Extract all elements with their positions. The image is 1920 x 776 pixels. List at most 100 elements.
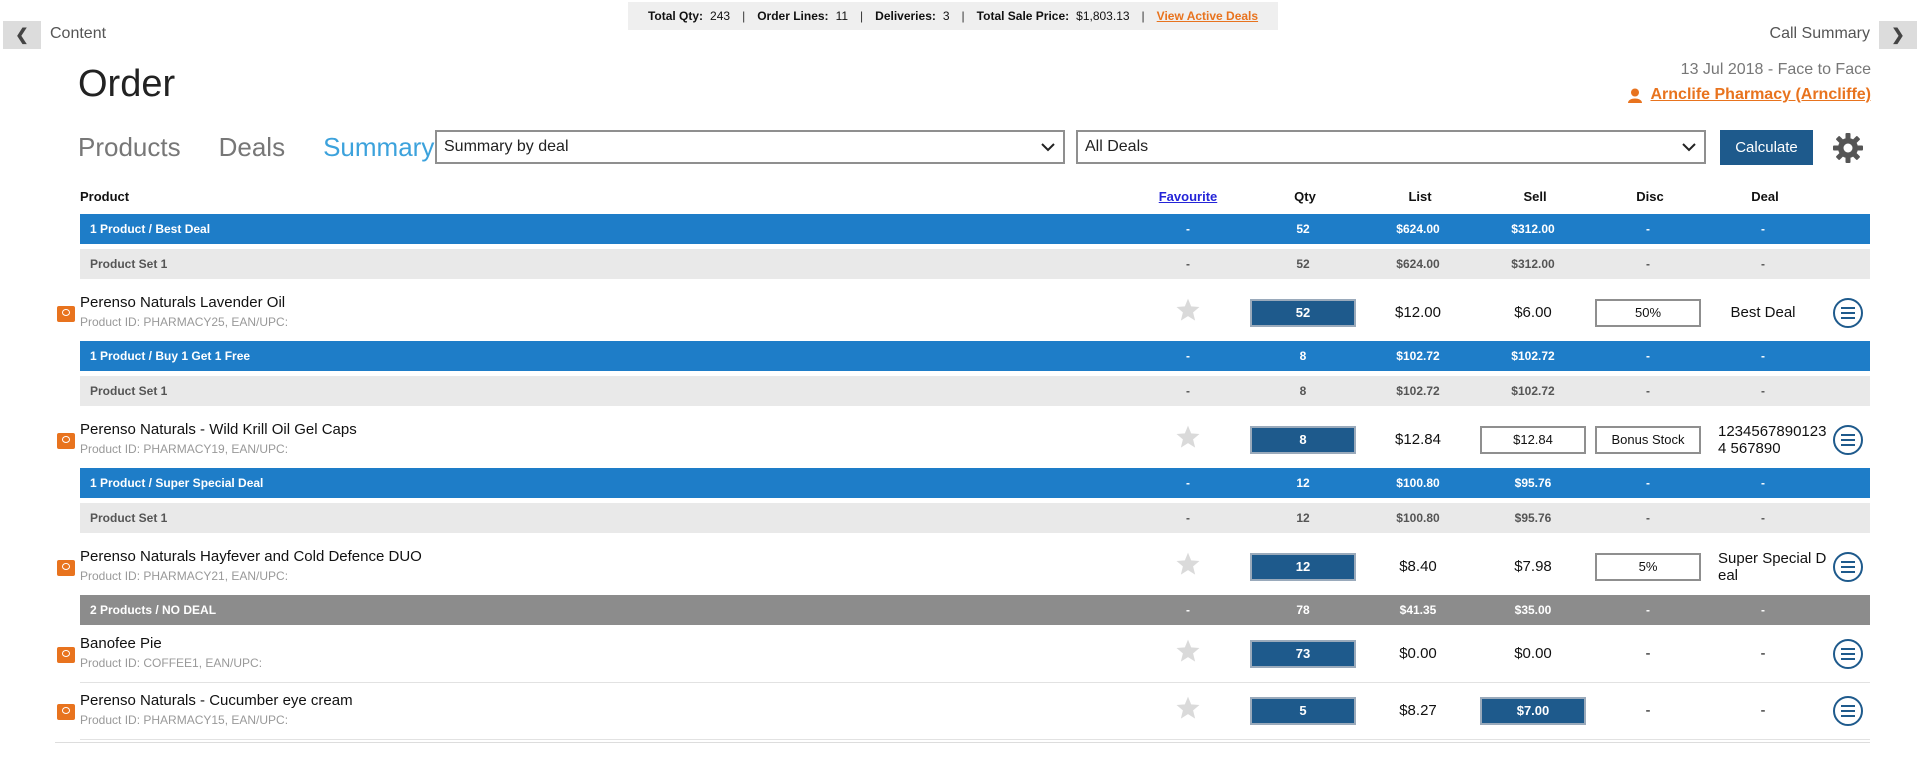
order-lines-label: Order Lines: bbox=[757, 9, 829, 23]
total-qty-value: 243 bbox=[710, 9, 731, 23]
product-id: Product ID: PHARMACY25, EAN/UPC: bbox=[80, 314, 289, 329]
summary-type-select[interactable]: Summary by deal bbox=[435, 130, 1065, 164]
deal-group-band-title: 1 Product / Buy 1 Get 1 Free bbox=[90, 349, 251, 363]
discount-input[interactable]: Bonus Stock bbox=[1595, 425, 1701, 454]
deal-name: Best Deal bbox=[1730, 303, 1796, 321]
col-product: Product bbox=[80, 189, 130, 204]
deal-group-band[interactable]: 1 Product / Super Special Deal - 12 $100.80… bbox=[80, 468, 1870, 498]
tab-products[interactable]: Products bbox=[78, 132, 181, 163]
deal-group-band[interactable]: 1 Product / Best Deal - 52 $624.00 $312.00 - - bbox=[80, 214, 1870, 244]
product-set-band-sell: $312.00 bbox=[1511, 257, 1555, 271]
product-name: Banofee Pie bbox=[80, 634, 162, 652]
deal-name: 12345678901234 567890 bbox=[1718, 422, 1827, 457]
no-deal-band-sell: $35.00 bbox=[1514, 603, 1552, 617]
sell-price: $7.98 bbox=[1514, 557, 1552, 575]
product-id: Product ID: PHARMACY15, EAN/UPC: bbox=[80, 712, 289, 727]
product-image-icon[interactable] bbox=[57, 305, 75, 322]
back-label[interactable]: Content bbox=[50, 25, 106, 43]
forward-button[interactable]: ❯ bbox=[1879, 21, 1917, 49]
product-image-icon[interactable] bbox=[57, 432, 75, 449]
qty-input[interactable]: 8 bbox=[1250, 425, 1356, 454]
no-deal-band[interactable]: 2 Products / NO DEAL - 78 $41.35 $35.00 - - bbox=[80, 595, 1870, 625]
deal-name: - bbox=[1760, 644, 1766, 662]
product-name: Perenso Naturals Hayfever and Cold Defen… bbox=[80, 547, 422, 565]
favourite-star-icon[interactable] bbox=[1175, 695, 1201, 721]
no-deal-band-disc: - bbox=[1646, 603, 1650, 617]
forward-label[interactable]: Call Summary bbox=[1770, 25, 1870, 43]
product-set-band-deal: - bbox=[1761, 511, 1765, 525]
product-image-icon[interactable] bbox=[57, 646, 75, 663]
total-sale-value: $1,803.13 bbox=[1076, 9, 1130, 23]
col-sell: Sell bbox=[1523, 189, 1547, 204]
customer-link[interactable]: Arnclife Pharmacy (Arncliffe) bbox=[1628, 86, 1871, 104]
discount-input[interactable]: 5% bbox=[1595, 552, 1701, 581]
page-title: Order bbox=[78, 63, 176, 105]
row-menu-icon[interactable] bbox=[1832, 638, 1864, 670]
row-menu-icon[interactable] bbox=[1832, 551, 1864, 583]
deal-group-band-deal: - bbox=[1761, 222, 1765, 236]
sell-price: $0.00 bbox=[1514, 644, 1552, 662]
qty-input[interactable]: 5 bbox=[1250, 696, 1356, 725]
deals-filter-select[interactable]: All Deals bbox=[1076, 130, 1706, 164]
list-price: $8.40 bbox=[1399, 557, 1437, 575]
favourite-star-icon[interactable] bbox=[1175, 297, 1201, 323]
col-disc: Disc bbox=[1636, 189, 1664, 204]
row-menu-icon[interactable] bbox=[1832, 424, 1864, 456]
tab-deals[interactable]: Deals bbox=[219, 132, 285, 163]
product-row[interactable]: Perenso Naturals - Wild Krill Oil Gel Ca… bbox=[57, 411, 1870, 469]
product-image-icon[interactable] bbox=[57, 703, 75, 720]
deal-name: - bbox=[1760, 701, 1766, 719]
product-row[interactable]: Perenso Naturals Lavender Oil Product ID:… bbox=[57, 284, 1870, 342]
deal-group-band-list: $100.80 bbox=[1396, 476, 1440, 490]
product-id: Product ID: PHARMACY19, EAN/UPC: bbox=[80, 441, 289, 456]
deal-group-band[interactable]: 1 Product / Buy 1 Get 1 Free - 8 $102.72 $10… bbox=[80, 341, 1870, 371]
product-row[interactable]: Perenso Naturals Hayfever and Cold Defen… bbox=[57, 538, 1870, 596]
deal-group-band-disc: - bbox=[1646, 222, 1650, 236]
gear-icon[interactable] bbox=[1832, 132, 1864, 164]
product-row[interactable]: Perenso Naturals - Cucumber eye cream Pro… bbox=[57, 682, 1870, 740]
product-row[interactable]: Banofee Pie Product ID: COFFEE1, EAN/UPC:… bbox=[57, 625, 1870, 683]
view-active-deals-link[interactable]: View Active Deals bbox=[1157, 9, 1258, 23]
favourite-star-icon[interactable] bbox=[1175, 551, 1201, 577]
table-header: Product Favourite Qty List Sell Disc Dea… bbox=[0, 186, 1920, 206]
qty-input[interactable]: 73 bbox=[1250, 639, 1356, 668]
back-button[interactable]: ❮ bbox=[3, 21, 41, 49]
product-set-band-fav: - bbox=[1186, 511, 1190, 525]
order-lines-value: 11 bbox=[835, 9, 849, 23]
deal-group-band-title: 1 Product / Best Deal bbox=[90, 222, 211, 236]
product-image-icon[interactable] bbox=[57, 559, 75, 576]
sell-price-input[interactable]: $12.84 bbox=[1480, 425, 1586, 454]
call-date: 13 Jul 2018 - Face to Face bbox=[1680, 61, 1871, 78]
deal-name: Super Special Deal bbox=[1718, 549, 1827, 584]
deal-group-band-qty: 52 bbox=[1296, 222, 1310, 236]
deals-filter-value: All Deals bbox=[1085, 138, 1149, 155]
customer-name[interactable]: Arnclife Pharmacy (Arncliffe) bbox=[1650, 86, 1871, 104]
deal-group-band-deal: - bbox=[1761, 349, 1765, 363]
calculate-button[interactable]: Calculate bbox=[1720, 130, 1813, 165]
product-set-band-deal: - bbox=[1761, 384, 1765, 398]
product-set-band[interactable]: Product Set 1 - 12 $100.80 $95.76 - - bbox=[80, 503, 1870, 533]
product-set-band-list: $624.00 bbox=[1396, 257, 1440, 271]
summary-type-value: Summary by deal bbox=[444, 138, 569, 155]
product-set-band-qty: 8 bbox=[1299, 384, 1307, 398]
favourite-star-icon[interactable] bbox=[1175, 638, 1201, 664]
product-set-band[interactable]: Product Set 1 - 8 $102.72 $102.72 - - bbox=[80, 376, 1870, 406]
product-id: Product ID: PHARMACY21, EAN/UPC: bbox=[80, 568, 289, 583]
product-set-band[interactable]: Product Set 1 - 52 $624.00 $312.00 - - bbox=[80, 249, 1870, 279]
qty-input[interactable]: 12 bbox=[1250, 552, 1356, 581]
deal-group-band-deal: - bbox=[1761, 476, 1765, 490]
row-menu-icon[interactable] bbox=[1832, 297, 1864, 329]
col-favourite[interactable]: Favourite bbox=[1158, 189, 1218, 204]
sell-price-input[interactable]: $7.00 bbox=[1480, 696, 1586, 725]
product-set-band-disc: - bbox=[1646, 511, 1650, 525]
discount-input[interactable]: 50% bbox=[1595, 298, 1701, 327]
tab-summary[interactable]: Summary bbox=[323, 132, 434, 163]
product-set-band-qty: 52 bbox=[1296, 257, 1310, 271]
product-set-band-fav: - bbox=[1186, 257, 1190, 271]
favourite-star-icon[interactable] bbox=[1175, 424, 1201, 450]
qty-input[interactable]: 52 bbox=[1250, 298, 1356, 327]
sell-price: $6.00 bbox=[1514, 303, 1552, 321]
product-set-band-title: Product Set 1 bbox=[90, 384, 168, 398]
list-price: $0.00 bbox=[1399, 644, 1437, 662]
row-menu-icon[interactable] bbox=[1832, 695, 1864, 727]
